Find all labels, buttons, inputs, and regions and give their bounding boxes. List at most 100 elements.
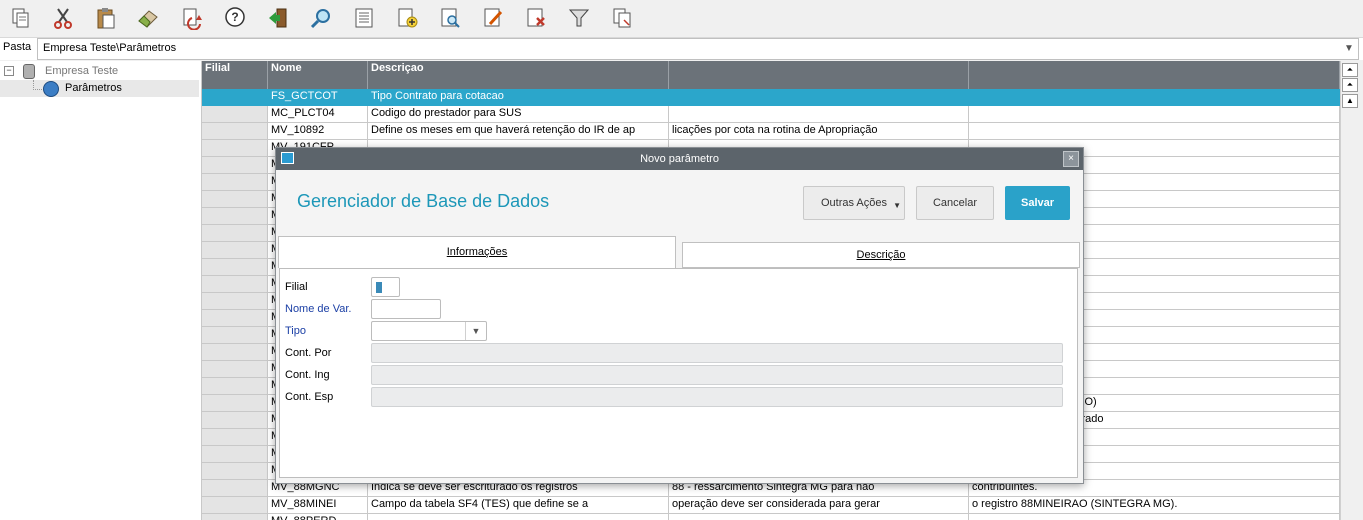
eraser-icon[interactable] <box>133 4 163 32</box>
database-icon <box>23 64 35 79</box>
cell-filial <box>202 259 268 276</box>
tab-descricao[interactable]: Descrição <box>682 242 1080 268</box>
cell-filial <box>202 276 268 293</box>
dialog-tabs: Informações Descrição <box>276 236 1083 268</box>
filial-field[interactable] <box>371 277 400 297</box>
cell-filial <box>202 106 268 123</box>
type-select[interactable]: ▼ <box>371 321 487 341</box>
folder-path-row: Pasta Empresa Teste\Parâmetros ▼ <box>0 38 1363 60</box>
cell-filial <box>202 225 268 242</box>
tree-item-parametros[interactable]: Parâmetros <box>0 80 199 97</box>
var-name-label: Nome de Var. <box>285 303 352 315</box>
column-header-desc2[interactable] <box>669 61 969 89</box>
other-actions-button[interactable]: Outras Ações ▼ <box>803 186 905 220</box>
new-parameter-dialog: Novo parâmetro × Gerenciador de Base de … <box>275 147 1084 484</box>
refresh-doc-icon[interactable] <box>177 4 207 32</box>
cell-filial <box>202 395 268 412</box>
copy-pages-icon[interactable] <box>607 4 637 32</box>
cell-filial <box>202 514 268 520</box>
tab-informacoes[interactable]: Informações <box>278 236 676 268</box>
cell-filial <box>202 310 268 327</box>
table-row[interactable]: MV_88PERD <box>202 514 1340 520</box>
cell-filial <box>202 242 268 259</box>
tree-item-label: Parâmetros <box>65 82 122 94</box>
column-header-filial[interactable]: Filial <box>202 61 268 89</box>
cell-nome: FS_GCTCOT <box>268 89 368 106</box>
cancel-button[interactable]: Cancelar <box>916 186 994 220</box>
cont-ing-label: Cont. Ing <box>285 369 330 381</box>
tree-item-empresa[interactable]: − Empresa Teste <box>0 63 199 80</box>
scissors-icon[interactable] <box>48 4 78 32</box>
var-name-field[interactable] <box>371 299 441 319</box>
table-row[interactable]: MC_PLCT04 Codigo do prestador para SUS <box>202 106 1340 123</box>
cell-filial <box>202 463 268 480</box>
cell-filial <box>202 140 268 157</box>
help-icon[interactable]: ? <box>220 4 250 32</box>
cont-por-label: Cont. Por <box>285 347 332 359</box>
text-cursor <box>376 282 382 293</box>
scroll-page-up-icon[interactable]: ⏶ <box>1342 78 1358 92</box>
dialog-heading: Gerenciador de Base de Dados <box>297 191 550 211</box>
cell-nome: MV_88MINEI <box>268 497 368 514</box>
column-header-descricao[interactable]: Descriçao <box>368 61 669 89</box>
cont-por-field[interactable] <box>371 343 1063 363</box>
cell-descricao <box>368 514 669 520</box>
edit-doc-icon[interactable] <box>478 4 508 32</box>
cell-desc2 <box>669 89 969 106</box>
cont-esp-field[interactable] <box>371 387 1063 407</box>
cell-filial <box>202 429 268 446</box>
cell-descricao: Tipo Contrato para cotacao <box>368 89 669 106</box>
delete-doc-icon[interactable] <box>521 4 551 32</box>
clipboard-icon[interactable] <box>91 4 121 32</box>
column-header-desc3[interactable] <box>969 61 1340 89</box>
cell-filial <box>202 344 268 361</box>
scroll-up-icon[interactable]: ▲ <box>1342 94 1358 108</box>
chevron-down-icon[interactable]: ▼ <box>465 322 486 340</box>
scroll-top-icon[interactable]: ⏶ <box>1342 63 1358 77</box>
type-label: Tipo <box>285 325 306 337</box>
dialog-titlebar[interactable]: Novo parâmetro × <box>276 148 1083 170</box>
cell-filial <box>202 157 268 174</box>
cont-ing-field[interactable] <box>371 365 1063 385</box>
cell-descricao: Define os meses em que haverá retenção d… <box>368 123 669 140</box>
close-icon[interactable]: × <box>1063 151 1079 167</box>
view-doc-icon[interactable] <box>435 4 465 32</box>
svg-text:?: ? <box>231 10 238 24</box>
exit-door-icon[interactable] <box>263 4 293 32</box>
cell-filial <box>202 208 268 225</box>
cell-desc2: operação deve ser considerada para gerar <box>669 497 969 514</box>
cell-desc3 <box>969 514 1340 520</box>
folder-path-value: Empresa Teste\Parâmetros <box>43 42 177 54</box>
list-doc-icon[interactable] <box>349 4 379 32</box>
search-icon[interactable] <box>306 4 336 32</box>
cell-filial <box>202 174 268 191</box>
column-header-nome[interactable]: Nome <box>268 61 368 89</box>
cell-filial <box>202 361 268 378</box>
cont-esp-label: Cont. Esp <box>285 391 334 403</box>
cell-filial <box>202 191 268 208</box>
table-row[interactable]: FS_GCTCOT Tipo Contrato para cotacao <box>202 89 1340 106</box>
vertical-scrollbar[interactable]: ⏶ ⏶ ▲ <box>1340 61 1358 520</box>
toolbar: ? <box>0 0 1363 38</box>
table-row[interactable]: MV_88MINEI Campo da tabela SF4 (TES) que … <box>202 497 1340 514</box>
cell-descricao: Campo da tabela SF4 (TES) que define se … <box>368 497 669 514</box>
collapse-icon[interactable]: − <box>4 66 14 76</box>
table-row[interactable]: MV_10892 Define os meses em que haverá re… <box>202 123 1340 140</box>
filter-icon[interactable] <box>564 4 594 32</box>
cell-nome: MV_88PERD <box>268 514 368 520</box>
other-actions-label: Outras Ações <box>820 197 888 209</box>
folder-path-select[interactable]: Empresa Teste\Parâmetros ▼ <box>37 38 1359 60</box>
cell-filial <box>202 497 268 514</box>
cell-desc2 <box>669 106 969 123</box>
tree-item-label: Empresa Teste <box>45 65 119 77</box>
add-doc-icon[interactable] <box>392 4 422 32</box>
chevron-down-icon[interactable]: ▼ <box>1342 41 1356 57</box>
cell-descricao: Codigo do prestador para SUS <box>368 106 669 123</box>
globe-icon <box>43 81 59 97</box>
cell-filial <box>202 327 268 344</box>
save-button[interactable]: Salvar <box>1005 186 1070 220</box>
cell-filial <box>202 412 268 429</box>
information-form: Filial Nome de Var. Tipo ▼ Cont. Por Con… <box>279 268 1078 478</box>
copy-doc-icon[interactable] <box>6 4 36 32</box>
cell-filial <box>202 378 268 395</box>
